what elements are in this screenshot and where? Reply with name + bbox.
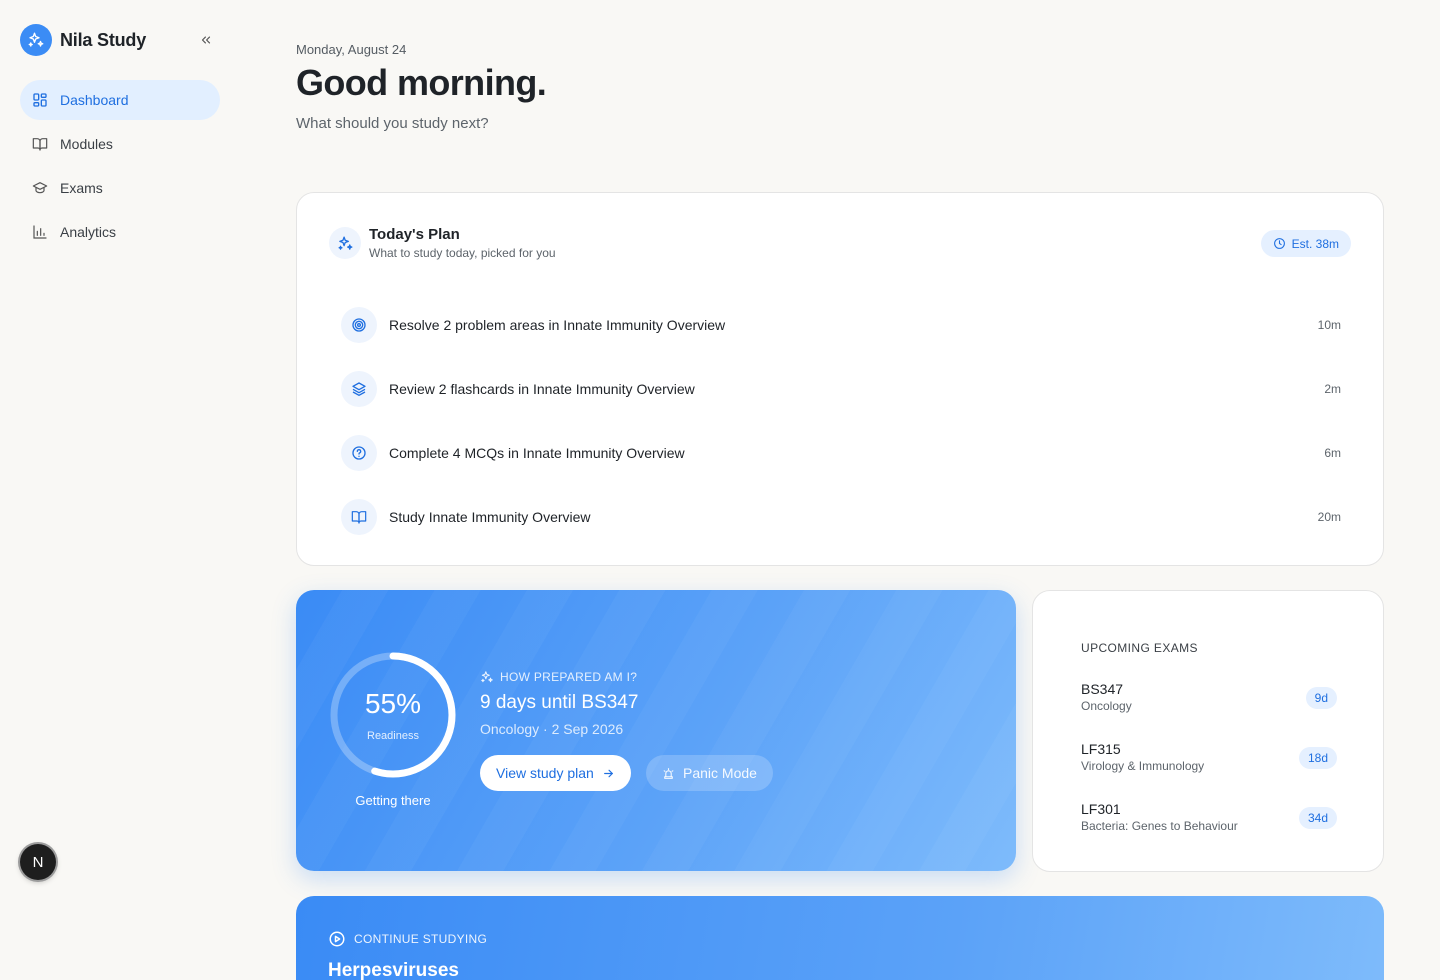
days-badge: 9d: [1305, 687, 1337, 709]
task-label: Review 2 flashcards in Innate Immunity O…: [389, 381, 695, 397]
list-item[interactable]: Review 2 flashcards in Innate Immunity O…: [341, 357, 1341, 421]
arrow-right-icon: [603, 769, 613, 777]
button-label: Panic Mode: [683, 765, 757, 781]
continue-label-text: CONTINUE STUDYING: [354, 932, 488, 946]
sidebar-item-modules[interactable]: Modules: [20, 124, 220, 164]
task-label: Complete 4 MCQs in Innate Immunity Overv…: [389, 445, 685, 461]
panic-mode-button[interactable]: Panic Mode: [646, 755, 773, 791]
continue-studying-card[interactable]: CONTINUE STUDYING Herpesviruses: [296, 896, 1384, 980]
continue-title: Herpesviruses: [328, 960, 459, 980]
page-title: Good morning.: [296, 62, 547, 103]
sidebar-item-exams[interactable]: Exams: [20, 168, 220, 208]
list-item[interactable]: Resolve 2 problem areas in Innate Immuni…: [341, 293, 1341, 357]
sparkle-logo-icon: [20, 24, 52, 56]
layers-icon: [341, 371, 377, 407]
days-badge: 34d: [1298, 807, 1337, 829]
readiness-percent: 55%: [364, 688, 422, 719]
brand-name: Nila Study: [60, 29, 147, 50]
continue-label: CONTINUE STUDYING: [328, 930, 487, 948]
sidebar-item-analytics[interactable]: Analytics: [20, 212, 220, 252]
avatar[interactable]: N: [20, 844, 56, 880]
readiness-status: Getting there: [355, 793, 431, 808]
question-icon: [341, 435, 377, 471]
plan-subtitle: What to study today, picked for you: [369, 246, 556, 260]
days-badge: 18d: [1298, 747, 1337, 769]
task-time: 6m: [1324, 446, 1341, 460]
sidebar-item-dashboard[interactable]: Dashboard: [20, 80, 220, 120]
siren-icon: [663, 767, 674, 779]
sidebar-item-label: Analytics: [60, 224, 117, 240]
task-time: 2m: [1324, 382, 1341, 396]
clock-icon: [1273, 238, 1285, 249]
bar-chart-icon: [33, 225, 47, 239]
prep-title: 9 days until BS347: [480, 692, 639, 713]
view-study-plan-button[interactable]: View study plan: [480, 755, 631, 791]
plan-title: Today's Plan: [369, 226, 460, 243]
task-time: 20m: [1317, 510, 1341, 524]
graduation-cap-icon: [32, 182, 48, 194]
sidebar: Nila Study Dashboard Modules Exams Analy…: [0, 0, 240, 980]
sidebar-item-label: Exams: [60, 180, 103, 196]
list-item[interactable]: LF315 Virology & Immunology 18d: [1081, 741, 1337, 781]
target-icon: [341, 307, 377, 343]
list-item[interactable]: Study Innate Immunity Overview 20m: [341, 485, 1341, 549]
current-date: Monday, August 24: [296, 42, 407, 57]
exam-code: BS347: [1081, 681, 1124, 697]
estimate-text: Est. 38m: [1291, 236, 1339, 251]
sidebar-item-label: Dashboard: [60, 92, 129, 108]
book-icon: [341, 499, 377, 535]
prep-subtitle: Oncology · 2 Sep 2026: [480, 721, 624, 737]
estimate-badge: Est. 38m: [1260, 230, 1351, 257]
list-item[interactable]: BS347 Oncology 9d: [1081, 681, 1337, 721]
sparkle-icon: [481, 671, 493, 683]
prep-label: HOW PREPARED AM I?: [480, 670, 637, 684]
collapse-sidebar-icon[interactable]: [196, 30, 216, 50]
grid-icon: [33, 93, 47, 107]
task-list: Resolve 2 problem areas in Innate Immuni…: [341, 293, 1341, 549]
exams-title: UPCOMING EXAMS: [1081, 641, 1198, 655]
sidebar-item-label: Modules: [60, 136, 113, 152]
upcoming-exams-card: UPCOMING EXAMS BS347 Oncology 9d LF315 V…: [1032, 590, 1384, 872]
sidebar-nav: Dashboard Modules Exams Analytics: [20, 80, 220, 256]
page-subtitle: What should you study next?: [296, 115, 489, 132]
readiness-card: 55% Readiness Getting there HOW PREPARED…: [296, 590, 1016, 871]
play-circle-icon: [329, 931, 345, 947]
task-label: Study Innate Immunity Overview: [389, 509, 591, 525]
prep-label-text: HOW PREPARED AM I?: [500, 670, 638, 684]
exam-name: Oncology: [1081, 699, 1132, 713]
brand[interactable]: Nila Study: [20, 24, 146, 56]
list-item[interactable]: Complete 4 MCQs in Innate Immunity Overv…: [341, 421, 1341, 485]
task-time: 10m: [1317, 318, 1341, 332]
task-label: Resolve 2 problem areas in Innate Immuni…: [389, 317, 726, 333]
book-icon: [32, 138, 48, 151]
button-label: View study plan: [496, 765, 594, 781]
list-item[interactable]: LF301 Bacteria: Genes to Behaviour 34d: [1081, 801, 1337, 841]
readiness-caption: Readiness: [367, 730, 419, 742]
sparkle-icon: [329, 227, 361, 259]
todays-plan-card: Today's Plan What to study today, picked…: [296, 192, 1384, 566]
